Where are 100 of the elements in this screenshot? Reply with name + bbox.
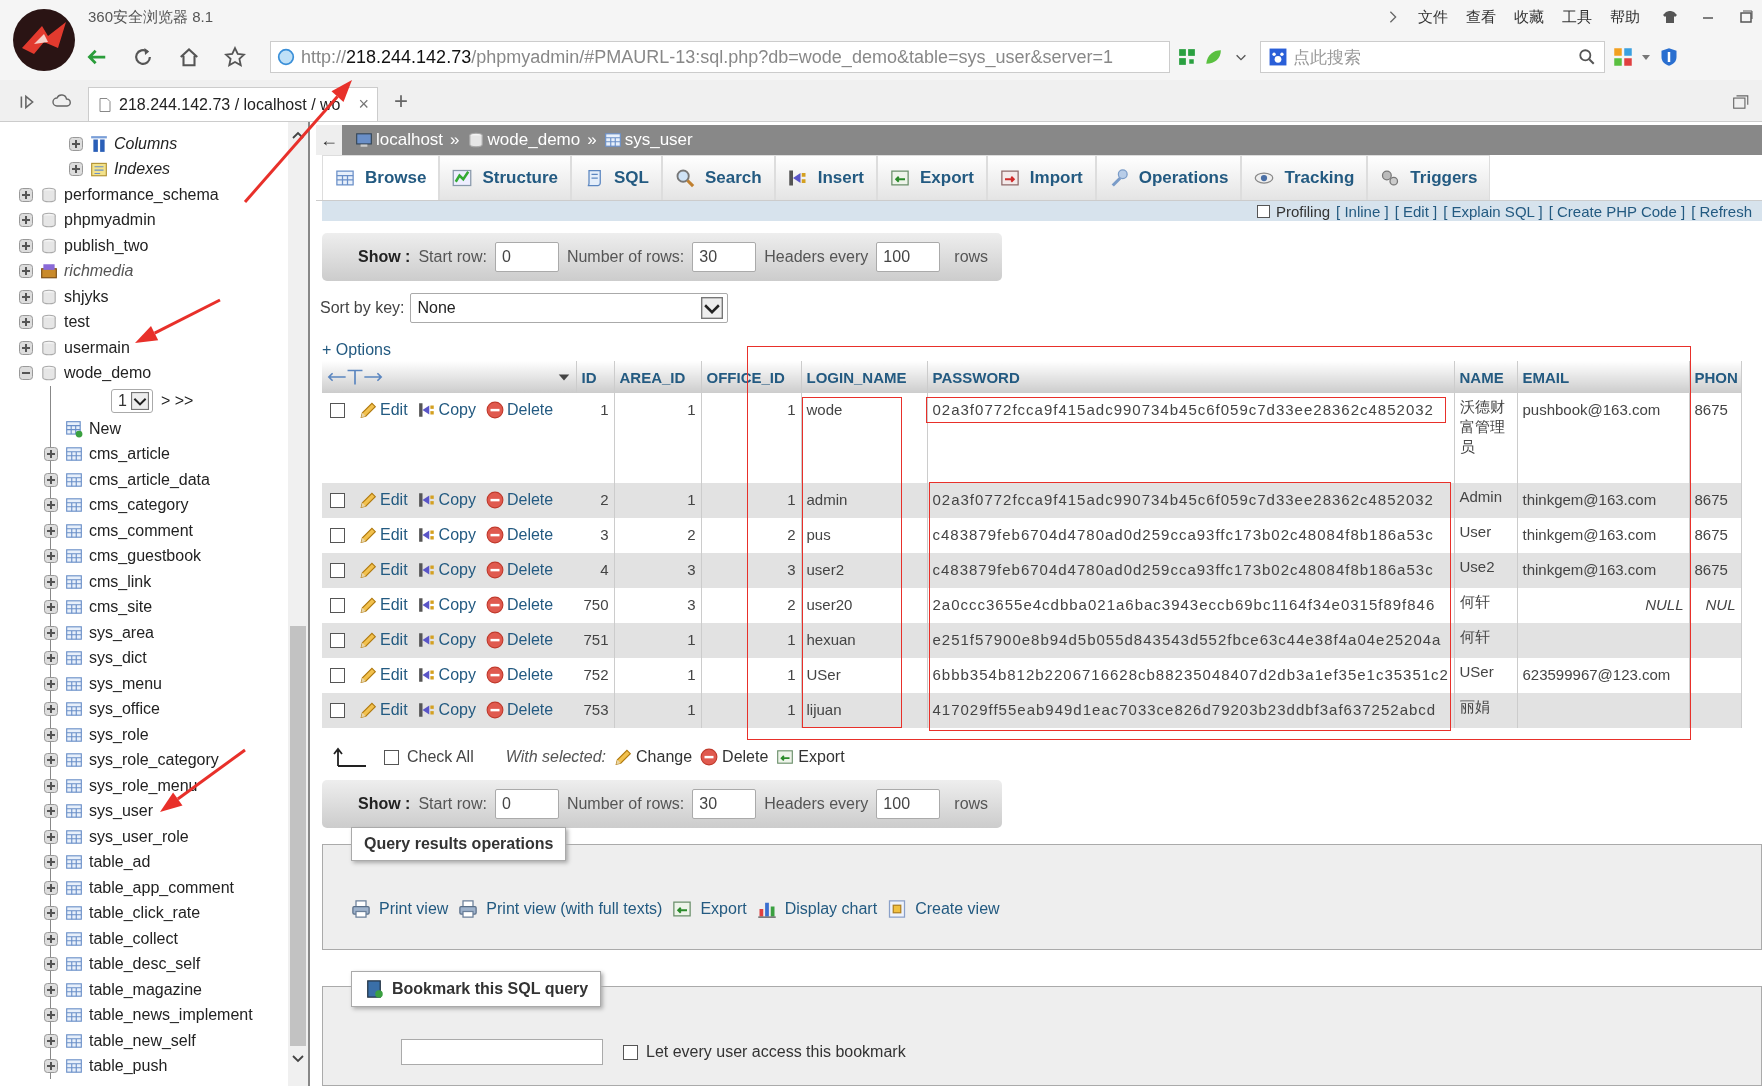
column-header[interactable]: PHON xyxy=(1689,361,1741,393)
table-item[interactable]: table_app_comment xyxy=(89,878,234,897)
table-item[interactable]: sys_area xyxy=(89,623,154,642)
database-item[interactable]: richmedia xyxy=(64,262,134,281)
table-item[interactable]: cms_guestbook xyxy=(89,547,202,566)
expand-icon[interactable] xyxy=(18,263,34,280)
operation-link[interactable]: Create view xyxy=(887,899,1000,919)
apps-icon[interactable] xyxy=(1613,47,1633,67)
expand-icon[interactable] xyxy=(43,981,59,998)
check-all-label[interactable]: Check All xyxy=(407,748,474,766)
database-item[interactable]: shjyks xyxy=(64,287,109,306)
expand-icon[interactable] xyxy=(43,930,59,947)
expand-icon[interactable] xyxy=(43,956,59,973)
table-item[interactable]: cms_site xyxy=(89,598,153,617)
menu-item[interactable]: 帮助 xyxy=(1610,7,1640,27)
expand-icon[interactable] xyxy=(18,288,34,305)
scrollbar[interactable] xyxy=(288,122,308,1086)
table-item[interactable]: table_desc_self xyxy=(89,955,201,974)
shirt-icon[interactable] xyxy=(1662,9,1678,25)
input-field[interactable]: 30 xyxy=(692,242,757,272)
expand-icon[interactable] xyxy=(43,573,59,590)
table-item[interactable]: table_ad xyxy=(89,853,151,872)
copy-link[interactable]: Copy xyxy=(417,526,476,544)
row-checkbox[interactable] xyxy=(330,493,345,508)
table-item[interactable]: sys_user xyxy=(89,802,154,821)
menu-item[interactable]: 查看 xyxy=(1466,7,1496,27)
table-item[interactable]: table_collect xyxy=(89,929,178,948)
search-icon[interactable] xyxy=(1578,48,1596,66)
options-link[interactable]: + Options xyxy=(322,341,391,358)
copy-link[interactable]: Copy xyxy=(417,561,476,579)
database-item[interactable]: publish_two xyxy=(64,236,149,255)
expand-icon[interactable] xyxy=(43,1007,59,1024)
menu-item[interactable]: 收藏 xyxy=(1514,7,1544,27)
edit-link[interactable]: Edit xyxy=(359,596,408,614)
menu-item[interactable]: 工具 xyxy=(1562,7,1592,27)
expand-icon[interactable] xyxy=(43,879,59,896)
table-item[interactable]: sys_role xyxy=(89,725,149,744)
tab[interactable]: Import xyxy=(986,155,1096,200)
expand-icon[interactable] xyxy=(43,675,59,692)
table-item[interactable]: sys_dict xyxy=(89,649,147,668)
checkbox[interactable] xyxy=(1256,204,1270,218)
expand-icon[interactable] xyxy=(43,497,59,514)
shield-icon[interactable] xyxy=(1659,47,1679,67)
collapse-icon[interactable] xyxy=(18,365,34,382)
tab[interactable]: SQL xyxy=(571,155,662,200)
expand-icon[interactable] xyxy=(43,471,59,488)
delete-link[interactable]: Delete xyxy=(485,401,554,419)
operation-link[interactable]: Export xyxy=(672,899,747,919)
row-checkbox[interactable] xyxy=(330,633,345,648)
tab[interactable]: Triggers xyxy=(1367,155,1491,200)
tab[interactable]: Search xyxy=(661,155,775,200)
expand-icon[interactable] xyxy=(43,624,59,641)
breadcrumb-link[interactable]: sys_user xyxy=(624,130,693,150)
tab[interactable]: Insert xyxy=(774,155,877,200)
tab[interactable]: Operations xyxy=(1095,155,1242,200)
row-checkbox[interactable] xyxy=(330,528,345,543)
column-arrows-icon[interactable] xyxy=(327,367,383,387)
table-item[interactable]: sys_role_category xyxy=(89,751,219,770)
delete-link[interactable]: Delete xyxy=(485,526,554,544)
expand-icon[interactable] xyxy=(68,161,84,178)
table-item[interactable]: cms_article_data xyxy=(89,470,210,489)
copy-link[interactable]: Copy xyxy=(417,701,476,719)
profiling-link[interactable]: [ Refresh xyxy=(1691,202,1752,220)
expand-icon[interactable] xyxy=(43,828,59,845)
edit-link[interactable]: Edit xyxy=(359,666,408,684)
tab[interactable]: Structure xyxy=(439,155,571,200)
expand-icon[interactable] xyxy=(43,522,59,539)
database-item[interactable]: wode_demo xyxy=(64,364,152,383)
sidebar-toggle-icon[interactable] xyxy=(18,93,36,111)
expand-icon[interactable] xyxy=(18,186,34,203)
input-field[interactable] xyxy=(401,1039,603,1065)
profiling-link[interactable]: [ Explain SQL ] xyxy=(1443,202,1543,220)
delete-link[interactable]: Delete xyxy=(485,596,554,614)
expand-icon[interactable] xyxy=(43,777,59,794)
expand-icon[interactable] xyxy=(43,446,59,463)
caret-icon[interactable] xyxy=(1641,52,1651,62)
table-item[interactable]: New xyxy=(89,419,121,438)
qr-code-icon[interactable] xyxy=(1178,48,1196,66)
edit-link[interactable]: Edit xyxy=(359,561,408,579)
database-item[interactable]: phpmyadmin xyxy=(64,211,156,230)
bulk-action-link[interactable]: Export xyxy=(776,748,845,766)
delete-link[interactable]: Delete xyxy=(485,666,554,684)
expand-icon[interactable] xyxy=(43,726,59,743)
table-item[interactable]: sys_menu xyxy=(89,674,162,693)
maximize-icon[interactable] xyxy=(1738,9,1754,25)
copy-link[interactable]: Copy xyxy=(417,491,476,509)
home-icon[interactable] xyxy=(178,46,200,68)
edit-link[interactable]: Edit xyxy=(359,491,408,509)
database-item[interactable]: test xyxy=(64,313,90,332)
edit-link[interactable]: Edit xyxy=(359,631,408,649)
expand-icon[interactable] xyxy=(43,1032,59,1049)
row-checkbox[interactable] xyxy=(330,668,345,683)
table-item[interactable]: table_new_self xyxy=(89,1031,196,1050)
profiling-link[interactable]: [ Edit ] xyxy=(1394,202,1438,220)
bulk-action-link[interactable]: Delete xyxy=(700,748,769,766)
delete-link[interactable]: Delete xyxy=(485,491,554,509)
scroll-down-icon[interactable] xyxy=(290,1054,306,1064)
tree-item[interactable]: Indexes xyxy=(114,160,171,179)
table-item[interactable]: sys_role_menu xyxy=(89,776,198,795)
breadcrumb-link[interactable]: localhost xyxy=(376,130,444,150)
